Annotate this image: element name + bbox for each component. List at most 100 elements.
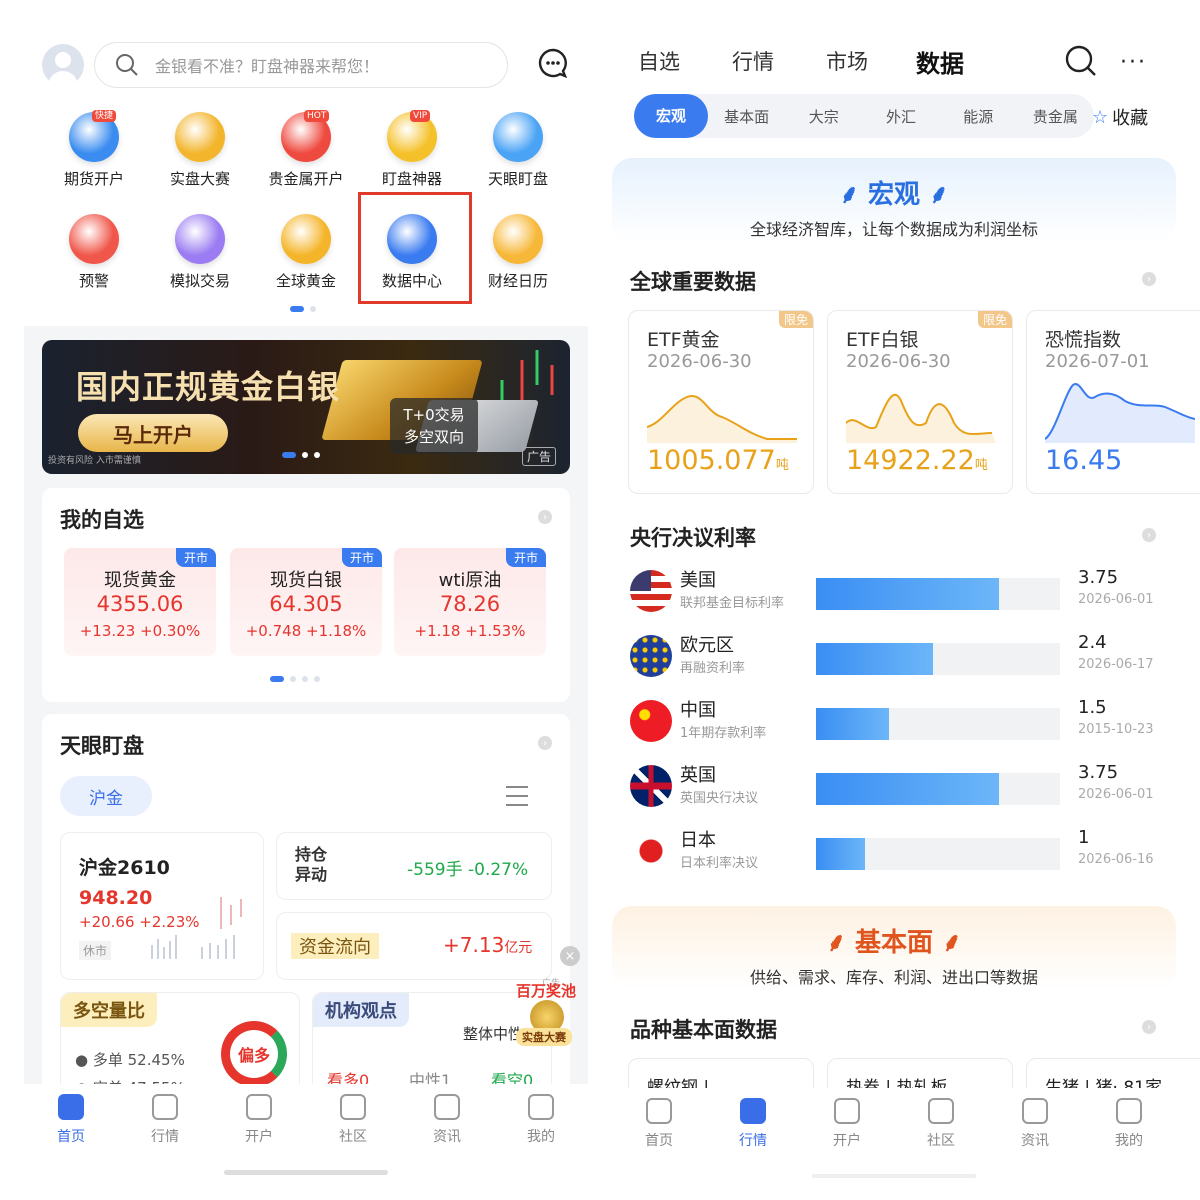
- nav-label: 行情: [739, 1133, 767, 1149]
- fundamental-data-title: 品种基本面数据: [630, 1018, 777, 1042]
- open-account-button[interactable]: 马上开户: [78, 414, 228, 452]
- rate-row[interactable]: 中国 1年期存款利率 1.5 2015-10-23: [630, 696, 1176, 752]
- simulation-icon[interactable]: [175, 214, 225, 264]
- prize-pool-badge[interactable]: 广告 百万奖池 实盘大赛: [512, 978, 582, 1048]
- prize-sub: 实盘大赛: [516, 1028, 572, 1046]
- position-label: 持仓 异动: [295, 845, 327, 885]
- home-indicator: [812, 1174, 976, 1178]
- fundamental-more-icon[interactable]: ›: [1142, 1020, 1156, 1034]
- shortcut-label[interactable]: 财经日历: [465, 270, 571, 291]
- gold-bars-icon[interactable]: [281, 214, 331, 264]
- rate-value: 1: [1078, 827, 1090, 848]
- top-tab[interactable]: 数据: [916, 44, 964, 79]
- nav-account[interactable]: 开户: [219, 1094, 299, 1146]
- sparkline-area: [846, 394, 996, 443]
- trophy-icon[interactable]: [175, 112, 225, 162]
- top-tab[interactable]: 市场: [826, 46, 868, 76]
- watchlist-item[interactable]: 开市 现货白银 64.305 +0.748 +1.18%: [230, 548, 382, 656]
- watchlist-item[interactable]: 开市 现货黄金 4355.06 +13.23 +0.30%: [64, 548, 216, 656]
- sub-tab[interactable]: 宏观: [634, 94, 708, 138]
- shortcut-label[interactable]: 实盘大赛: [147, 168, 253, 189]
- sky-eye-icon[interactable]: [493, 112, 543, 162]
- nav-account[interactable]: 开户: [807, 1098, 887, 1150]
- global-data-card[interactable]: 限免 ETF黄金 2026-06-30 1005.077吨: [628, 310, 814, 494]
- shortcut-label[interactable]: 模拟交易: [147, 270, 253, 291]
- alarm-icon[interactable]: [69, 214, 119, 264]
- global-data-card[interactable]: 限免 ETF白银 2026-06-30 14922.22吨: [827, 310, 1013, 494]
- nav-label: 我的: [1115, 1133, 1143, 1149]
- sub-tab[interactable]: 大宗: [785, 106, 862, 127]
- menu-icon[interactable]: [504, 784, 530, 808]
- promo-banner[interactable]: 国内正规黄金白银 马上开户 T+0交易 多空双向 广告 投资有风险 入市需谨慎: [42, 340, 570, 474]
- favorite-button[interactable]: ☆ 收藏: [1092, 104, 1148, 130]
- rate-bar-track: [816, 838, 1060, 870]
- nav-market[interactable]: 行情: [125, 1094, 205, 1146]
- rate-value: 3.75: [1078, 762, 1119, 783]
- chip-hujin[interactable]: 沪金: [60, 776, 152, 816]
- shortcut-label[interactable]: 贵金属开户: [253, 168, 359, 189]
- position-change-card[interactable]: 持仓 异动 -559手 -0.27%: [276, 832, 552, 900]
- global-data-more-icon[interactable]: ›: [1142, 272, 1156, 286]
- rate-row[interactable]: 日本 日本利率决议 1 2026-06-16: [630, 826, 1176, 882]
- item-name: wti原油: [438, 570, 502, 591]
- nav-home[interactable]: 首页: [619, 1098, 699, 1150]
- nav-news[interactable]: 资讯: [995, 1098, 1075, 1150]
- rate-bar-track: [816, 708, 1060, 740]
- sky-eye-more-icon[interactable]: ›: [538, 736, 552, 750]
- search-bar[interactable]: 金银看不准？盯盘神器来帮您！: [94, 42, 508, 88]
- watchlist-more-icon[interactable]: ›: [538, 510, 552, 524]
- sub-tab[interactable]: 基本面: [708, 106, 785, 127]
- chat-icon[interactable]: [538, 48, 568, 78]
- rates-more-icon[interactable]: ›: [1142, 528, 1156, 542]
- more-icon[interactable]: ···: [1120, 50, 1147, 75]
- rate-row[interactable]: 欧元区 再融资利率 2.4 2026-06-17: [630, 631, 1176, 687]
- nav-community[interactable]: 社区: [313, 1094, 393, 1146]
- sparkline-chart: [846, 394, 996, 443]
- nav-home[interactable]: 首页: [31, 1094, 111, 1146]
- avatar[interactable]: [42, 44, 84, 86]
- global-data-card[interactable]: 恐慌指数 2026-07-01 16.45: [1026, 310, 1200, 494]
- position-label-2: 异动: [295, 865, 328, 884]
- nav-label: 社区: [927, 1133, 955, 1149]
- rate-bar-fill: [816, 643, 933, 675]
- rate-bar-fill: [816, 708, 889, 740]
- card-name: 恐慌指数: [1045, 329, 1122, 351]
- item-change-value: +1.18: [414, 622, 461, 640]
- nav-news[interactable]: 资讯: [407, 1094, 487, 1146]
- fund-flow-card[interactable]: 资金流向 +7.13亿元: [276, 912, 552, 980]
- profile-icon: [528, 1094, 554, 1120]
- nav-label: 社区: [339, 1129, 367, 1145]
- country-name: 英国: [680, 765, 716, 786]
- shortcut-label[interactable]: 天眼盯盘: [465, 168, 571, 189]
- top-tab[interactable]: 行情: [732, 46, 774, 76]
- shortcut-label[interactable]: 盯盘神器: [359, 168, 465, 189]
- sub-tab[interactable]: 外汇: [862, 106, 939, 127]
- watchlist-item[interactable]: 开市 wti原油 78.26 +1.18 +1.53%: [394, 548, 546, 656]
- shortcut-label[interactable]: 全球黄金: [253, 270, 359, 291]
- contract-card[interactable]: 沪金2610 948.20 +20.66 +2.23% 休市: [60, 832, 264, 980]
- nav-profile[interactable]: 我的: [1089, 1098, 1169, 1150]
- flag-icon: [630, 700, 672, 742]
- rate-bar-fill: [816, 578, 999, 610]
- rate-row[interactable]: 英国 英国央行决议 3.75 2026-06-01: [630, 761, 1176, 817]
- nav-label: 资讯: [1021, 1133, 1049, 1149]
- sub-tabs: 宏观 基本面 大宗 外汇 能源 贵金属: [634, 94, 1094, 138]
- rate-row[interactable]: 美国 联邦基金目标利率 3.75 2026-06-01: [630, 566, 1176, 622]
- search-icon[interactable]: [1064, 44, 1098, 78]
- close-icon[interactable]: ×: [560, 946, 580, 966]
- calendar-icon[interactable]: [493, 214, 543, 264]
- nav-market[interactable]: 行情: [713, 1098, 793, 1150]
- position-lots: -559手: [407, 860, 463, 880]
- shortcut-label[interactable]: 预警: [41, 270, 147, 291]
- shortcut-label[interactable]: 期货开户: [41, 168, 147, 189]
- fund-flow-label: 资金流向: [291, 933, 379, 959]
- country-name: 美国: [680, 570, 716, 591]
- sub-tab[interactable]: 能源: [940, 106, 1017, 127]
- left-screen: 金银看不准？盯盘神器来帮您！ 快捷 期货开户 实盘大赛 HOT 贵金属开户 VIP 盯盘神器…: [24, 0, 588, 1200]
- sub-tab[interactable]: 贵金属: [1017, 106, 1094, 127]
- nav-profile[interactable]: 我的: [501, 1094, 581, 1146]
- banner-title: 国内正规黄金白银: [76, 368, 341, 406]
- top-tab[interactable]: 自选: [638, 46, 680, 76]
- nav-community[interactable]: 社区: [901, 1098, 981, 1150]
- sky-eye-card: 天眼盯盘 › 沪金 沪金2610 948.20 +20.66 +2.23% 休市…: [42, 714, 580, 1114]
